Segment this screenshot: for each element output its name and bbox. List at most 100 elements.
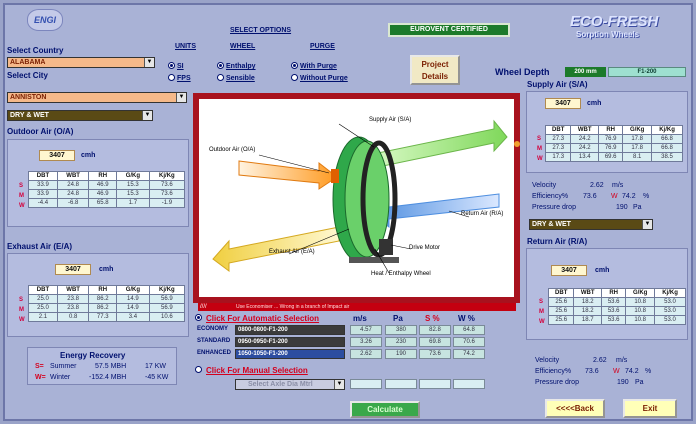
outdoor-air-unit: cmh [81,152,96,159]
energy-recovery-title: Energy Recovery [60,351,126,360]
table-cell: 24.8 [56,189,90,199]
table-cell: 25.6 [547,297,575,307]
wheel-radio-sensible[interactable]: Sensible [217,74,255,82]
return-air-flow[interactable]: 3407 [551,265,587,276]
radio-empty-icon [217,74,224,81]
chevron-down-icon[interactable]: ▼ [142,111,152,120]
outdoor-condition-select[interactable]: DRY & WET ▼ [7,110,153,121]
enhanced-label: ENHANCED [197,350,232,356]
purge-label: PURGE [310,43,335,50]
supply-air-table: DBT WBT RH G/Kg Kj/Kg 27.3 24.2 76.9 17.8 66.8 27.… [544,125,683,162]
table-header-cell: DBT [547,288,575,298]
enhanced-pa: 190 [385,349,417,359]
col-w: W % [458,314,475,323]
exhaust-air-table: DBT WBT RH G/Kg Kj/Kg 25.0 23.8 86.2 14.9 56.9 25.… [28,285,186,322]
enhanced-s: 73.6 [419,349,451,359]
exhaust-row-s: S [19,297,24,303]
return-pd-unit: Pa [635,379,644,386]
manual-selection-select[interactable]: Select Axle Dia Mtrl ▼ [235,379,345,390]
table-cell: 14.9 [116,303,150,313]
outdoor-row-w: W [19,203,25,209]
table-cell: 33.9 [28,180,58,190]
country-label: Select Country [7,46,64,55]
energy-summer-mbh: 57.5 MBH [95,363,127,370]
outdoor-air-title: Outdoor Air (O/A) [7,127,74,136]
table-header-row: DBT WBT RH G/Kg Kj/Kg [544,125,683,135]
diagram-return-label: Return Air (R/A) [461,211,504,217]
units-radio-fps[interactable]: FPS [168,74,191,82]
wheel-diagram: Supply Air (S/A) Outdoor Air (O/A) Retur… [193,93,520,303]
exhaust-row-w: W [19,317,25,323]
auto-selection-link[interactable]: Click For Automatic Selection [206,314,319,323]
enhanced-w: 74.2 [453,349,485,359]
enhanced-model[interactable]: 1050-1050-F1-200 [235,349,345,359]
enhanced-mps: 2.62 [350,349,382,359]
table-cell: 23.8 [56,294,90,304]
table-cell: 15.3 [116,189,150,199]
city-label: Select City [7,71,48,80]
chevron-down-icon[interactable]: ▼ [144,58,154,67]
table-header-cell: G/Kg [622,125,653,135]
return-eff-value: 73.6 [585,368,599,375]
radio-selected-icon [168,62,175,69]
economy-w: 64.8 [453,325,485,335]
back-button[interactable]: <<<<Back [545,399,605,418]
table-cell: 1.7 [116,198,150,208]
wheel-radio-enthalpy[interactable]: Enthalpy [217,62,256,70]
standard-pa: 230 [385,337,417,347]
units-radio-si[interactable]: SI [168,62,184,70]
economy-label: ECONOMY [197,326,229,332]
eurovent-text: EUROVENT CERTIFIED [410,26,488,33]
chevron-down-icon[interactable]: ▼ [642,220,652,229]
table-header-cell: Kj/Kg [651,125,683,135]
purge-radio-with[interactable]: With Purge [291,62,337,70]
warning-text: Use Economiser ... Wrong in a branch of … [236,304,350,310]
project-details-button[interactable]: Project Details [410,55,460,85]
table-header-cell: DBT [544,125,572,135]
manual-selection-link[interactable]: Click For Manual Selection [206,366,308,375]
purge-radio-without[interactable]: Without Purge [291,74,348,82]
country-select[interactable]: ALABAMA ▼ [7,57,155,68]
wheel-stand [349,257,399,263]
supply-eff-w: W [611,193,618,200]
radio-selected-icon [291,62,298,69]
return-condition-value: DRY & WET [532,221,571,228]
table-cell: 8.1 [622,152,653,162]
auto-selection-radio[interactable] [195,314,204,322]
return-air-title: Return Air (R/A) [527,237,588,246]
exhaust-row-m: M [19,307,24,313]
supply-eff-w-value: 74.2 [622,193,636,200]
chevron-down-icon[interactable]: ▼ [176,93,186,102]
table-cell: 73.6 [148,189,186,199]
table-cell: 17.8 [622,134,653,144]
table-header-row: DBT WBT RH G/Kg Kj/Kg [28,171,186,181]
diagram-wheel-label: Heat / Enthalpy Wheel [371,271,431,277]
outdoor-air-flow[interactable]: 3407 [39,150,75,161]
standard-model[interactable]: 0950-0950-F1-200 [235,337,345,347]
economy-pa: 380 [385,325,417,335]
calculate-button[interactable]: Calculate [350,401,420,418]
table-row: 25.6 18.7 53.6 10.8 53.0 [547,315,686,325]
economy-model[interactable]: 0800-0800-F1-200 [235,325,345,335]
exit-button[interactable]: Exit [623,399,677,418]
table-row: 27.3 24.2 76.9 17.8 66.8 [544,143,683,153]
supply-air-flow[interactable]: 3407 [545,98,581,109]
table-cell: -1.9 [148,198,186,208]
supply-pd-unit: Pa [633,204,642,211]
table-cell: 10.8 [625,297,656,307]
manual-w [453,379,485,389]
city-select[interactable]: ANNISTON ▼ [7,92,187,103]
supply-pd-value: 190 [616,204,628,211]
chevron-down-icon[interactable]: ▼ [334,380,344,389]
units-fps-label: FPS [177,75,191,82]
eurovent-badge: EUROVENT CERTIFIED [388,23,510,37]
return-condition-select[interactable]: DRY & WET ▼ [529,219,653,230]
select-options-title: SELECT OPTIONS [230,27,292,34]
orange-indicator-icon [514,141,520,147]
manual-selection-radio[interactable] [195,366,204,374]
table-cell: 18.7 [573,315,603,325]
wheel-label: WHEEL [230,43,256,50]
wheel-depth-field[interactable]: 200 mm [565,67,606,77]
table-header-cell: WBT [570,125,600,135]
exhaust-air-flow[interactable]: 3407 [55,264,91,275]
